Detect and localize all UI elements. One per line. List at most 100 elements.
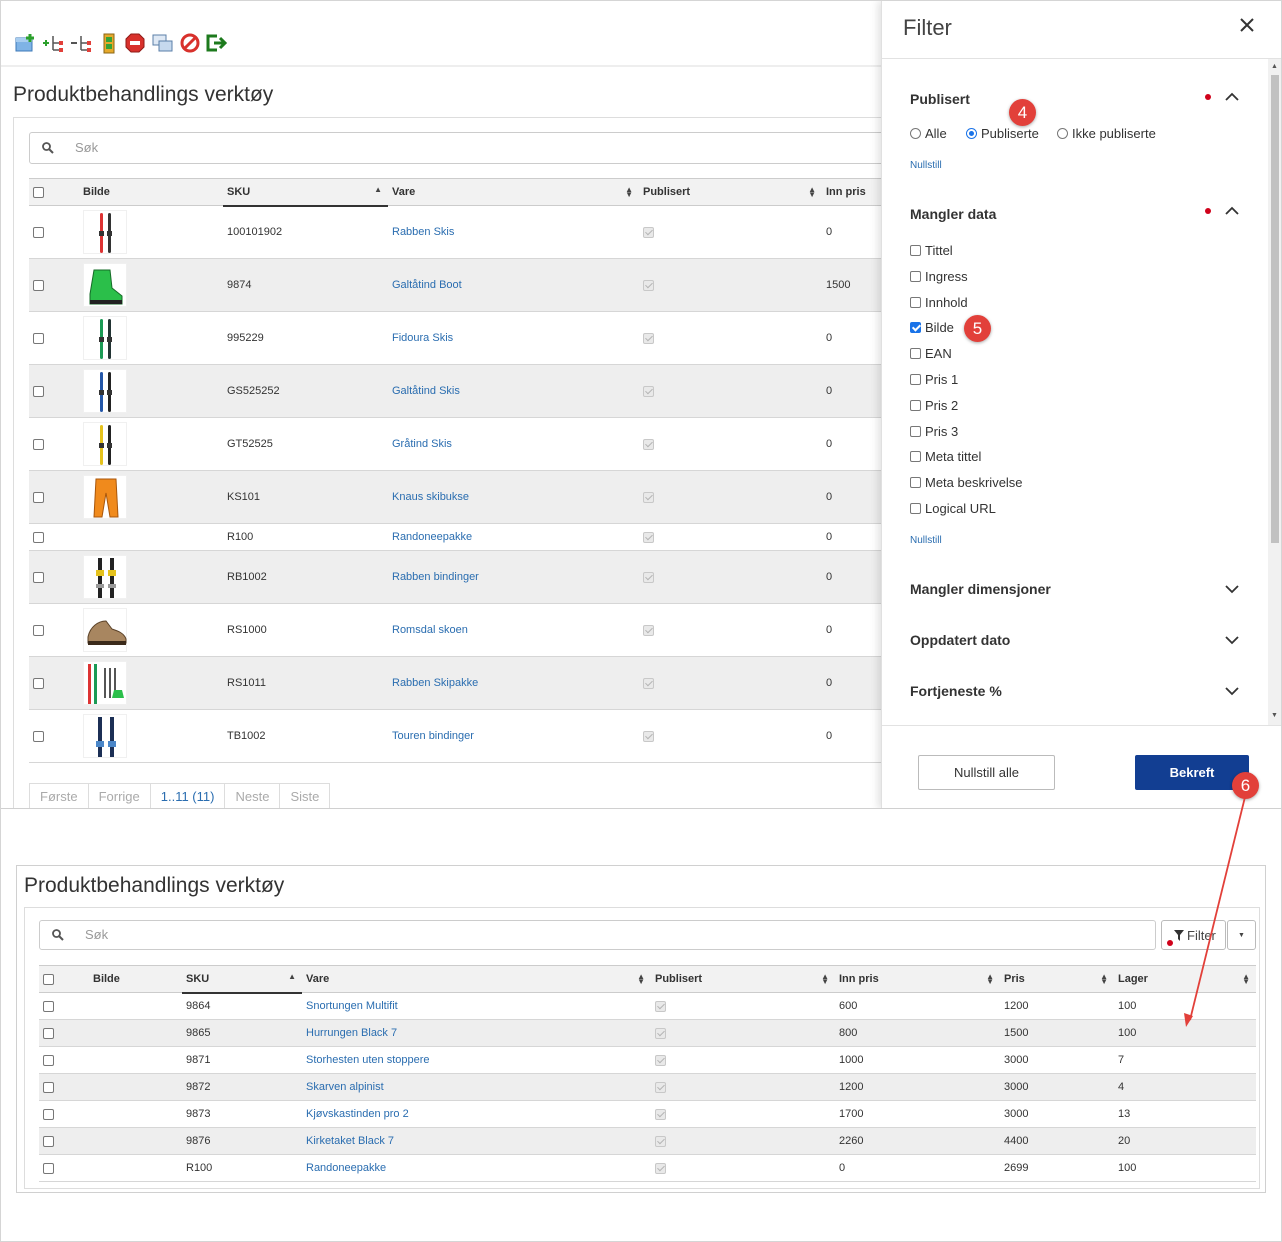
row-item-link[interactable]: Kjøvskastinden pro 2 xyxy=(306,1108,409,1120)
missing-option-pris-3[interactable]: Pris 3 xyxy=(910,424,958,439)
stop-icon[interactable] xyxy=(123,31,147,55)
table-row[interactable]: 9873 Kjøvskastinden pro 2 1700 3000 13 xyxy=(39,1100,1256,1128)
table-row[interactable]: RS1000 Romsdal skoen 0 xyxy=(29,603,881,657)
product-thumbnail[interactable] xyxy=(83,263,127,307)
row-item-link[interactable]: Knaus skibukse xyxy=(392,491,469,503)
table-row[interactable]: 9864 Snortungen Multifit 600 1200 100 xyxy=(39,992,1256,1020)
col-published[interactable]: Publisert ▲ ▼ xyxy=(651,965,835,993)
row-checkbox[interactable] xyxy=(33,491,44,503)
col-item[interactable]: Vare ▲ ▼ xyxy=(388,178,639,206)
missing-reset-link[interactable]: Nullstill xyxy=(910,535,942,546)
chevron-down-icon[interactable] xyxy=(1225,584,1239,594)
missing-option-checkbox[interactable] xyxy=(910,503,921,514)
table-row[interactable]: 995229 Fidoura Skis 0 xyxy=(29,311,881,365)
row-checkbox[interactable] xyxy=(33,385,44,397)
row-item-link[interactable]: Randoneepakke xyxy=(306,1162,386,1174)
row-checkbox[interactable] xyxy=(43,1081,54,1093)
windows-icon[interactable] xyxy=(151,31,175,55)
row-checkbox[interactable] xyxy=(43,1162,54,1174)
col-cost[interactable]: Inn pris ▲ ▼ xyxy=(835,965,1000,993)
radio-published[interactable]: Publiserte xyxy=(966,126,1039,141)
product-thumbnail[interactable] xyxy=(83,422,127,466)
search-input[interactable]: Søk xyxy=(29,132,909,164)
row-item-link[interactable]: Rabben Skipakke xyxy=(392,677,478,689)
row-checkbox[interactable] xyxy=(43,1108,54,1120)
missing-dimensions-section[interactable]: Mangler dimensjoner xyxy=(910,581,1051,597)
row-checkbox[interactable] xyxy=(43,1054,54,1066)
scroll-thumb[interactable] xyxy=(1271,75,1279,543)
row-checkbox[interactable] xyxy=(43,1027,54,1039)
row-checkbox[interactable] xyxy=(33,677,44,689)
product-thumbnail[interactable] xyxy=(83,714,127,758)
table-row[interactable]: 9871 Storhesten uten stoppere 1000 3000 … xyxy=(39,1046,1256,1074)
pager-first[interactable]: Første xyxy=(29,783,89,808)
product-thumbnail[interactable] xyxy=(83,555,127,599)
battery-icon[interactable] xyxy=(97,31,121,55)
missing-option-checkbox[interactable] xyxy=(910,425,921,437)
chevron-down-icon[interactable] xyxy=(1225,635,1239,645)
select-all-checkbox[interactable] xyxy=(33,186,44,198)
table-row[interactable]: 9865 Hurrungen Black 7 800 1500 100 xyxy=(39,1019,1256,1047)
missing-option-checkbox[interactable] xyxy=(910,348,921,360)
product-thumbnail[interactable] xyxy=(83,661,127,705)
remove-node-icon[interactable] xyxy=(69,31,93,55)
radio-all-control[interactable] xyxy=(910,128,921,139)
radio-all[interactable]: Alle xyxy=(910,126,947,141)
row-checkbox[interactable] xyxy=(33,531,44,543)
row-checkbox[interactable] xyxy=(33,279,44,291)
table-row[interactable]: 9874 Galtåtind Boot 1500 xyxy=(29,258,881,312)
pager-next[interactable]: Neste xyxy=(224,783,281,808)
scroll-down-icon[interactable]: ▼ xyxy=(1271,712,1278,719)
table-row[interactable]: R100 Randoneepakke 0 xyxy=(29,523,881,551)
pager-last[interactable]: Siste xyxy=(279,783,331,808)
table-row[interactable]: 9872 Skarven alpinist 1200 3000 4 xyxy=(39,1073,1256,1101)
row-checkbox[interactable] xyxy=(33,571,44,583)
missing-data-section-title[interactable]: Mangler data xyxy=(910,206,996,222)
published-section-title[interactable]: Publisert xyxy=(910,91,970,107)
row-item-link[interactable]: Touren bindinger xyxy=(392,730,474,742)
product-thumbnail[interactable] xyxy=(83,475,127,519)
pager-prev[interactable]: Forrige xyxy=(87,783,151,808)
missing-option-ean[interactable]: EAN xyxy=(910,346,952,361)
missing-option-checkbox[interactable] xyxy=(910,477,921,489)
chevron-down-icon[interactable] xyxy=(1225,686,1239,696)
missing-option-pris-2[interactable]: Pris 2 xyxy=(910,398,958,413)
missing-option-meta-tittel[interactable]: Meta tittel xyxy=(910,449,981,464)
table-row[interactable]: R100 Randoneepakke 0 2699 100 xyxy=(39,1154,1256,1182)
col-stock[interactable]: Lager ▲ ▼ xyxy=(1114,965,1256,993)
published-reset-link[interactable]: Nullstill xyxy=(910,160,942,171)
row-item-link[interactable]: Kirketaket Black 7 xyxy=(306,1135,394,1147)
table-row[interactable]: 100101902 Rabben Skis 0 xyxy=(29,205,881,259)
row-item-link[interactable]: Gråtind Skis xyxy=(392,438,452,450)
row-item-link[interactable]: Snortungen Multifit xyxy=(306,1000,398,1012)
row-checkbox[interactable] xyxy=(33,438,44,450)
table-row[interactable]: 9876 Kirketaket Black 7 2260 4400 20 xyxy=(39,1127,1256,1155)
col-sku[interactable]: SKU ▲ xyxy=(223,178,388,207)
table-row[interactable]: GT52525 Gråtind Skis 0 xyxy=(29,417,881,471)
radio-unpublished-control[interactable] xyxy=(1057,128,1068,139)
row-checkbox[interactable] xyxy=(33,730,44,742)
pager-current[interactable]: 1..11 (11) xyxy=(149,783,226,808)
row-item-link[interactable]: Rabben bindinger xyxy=(392,571,479,583)
radio-unpublished[interactable]: Ikke publiserte xyxy=(1057,126,1156,141)
row-checkbox[interactable] xyxy=(43,1135,54,1147)
row-item-link[interactable]: Skarven alpinist xyxy=(306,1081,384,1093)
col-item[interactable]: Vare ▲ ▼ xyxy=(302,965,651,993)
filter-dropdown-button[interactable]: ▼ xyxy=(1227,920,1256,950)
close-icon[interactable] xyxy=(1239,17,1255,33)
missing-option-checkbox[interactable] xyxy=(910,245,921,256)
search-input[interactable]: Søk xyxy=(39,920,1156,950)
missing-option-meta-beskrivelse[interactable]: Meta beskrivelse xyxy=(910,475,1023,490)
row-checkbox[interactable] xyxy=(43,1000,54,1012)
filter-scrollbar[interactable]: ▲ ▼ xyxy=(1268,59,1281,725)
col-price[interactable]: Pris ▲ ▼ xyxy=(1000,965,1114,993)
missing-option-checkbox[interactable] xyxy=(910,322,921,334)
row-item-link[interactable]: Randoneepakke xyxy=(392,531,472,543)
col-published[interactable]: Publisert ▲ ▼ xyxy=(639,178,822,206)
row-checkbox[interactable] xyxy=(33,624,44,636)
missing-option-pris-1[interactable]: Pris 1 xyxy=(910,372,958,387)
block-icon[interactable] xyxy=(178,31,202,55)
row-item-link[interactable]: Galtåtind Skis xyxy=(392,385,460,397)
radio-published-control[interactable] xyxy=(966,128,977,139)
select-all-checkbox[interactable] xyxy=(43,973,54,985)
